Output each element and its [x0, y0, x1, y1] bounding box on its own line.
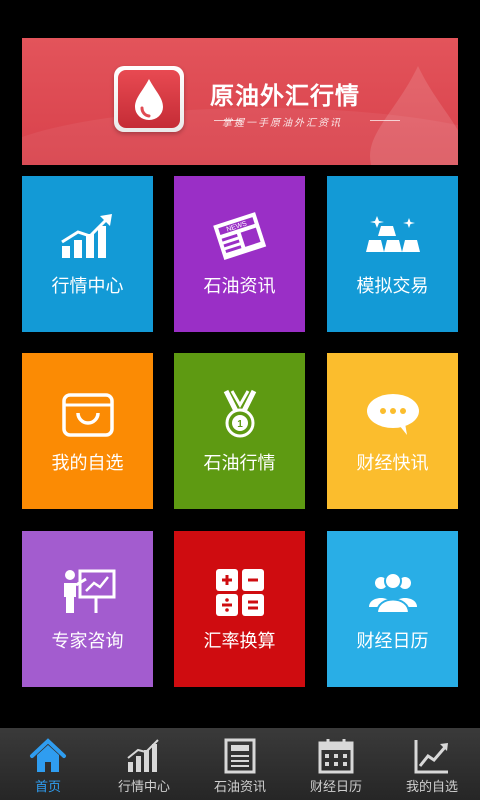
tab-label: 首页: [34, 780, 61, 795]
tab-label: 财经日历: [309, 780, 362, 795]
app-banner: 原油外汇行情 掌握一手原油外汇资讯: [22, 38, 458, 165]
line-chart-icon: [412, 736, 452, 776]
tab-label: 石油资讯: [213, 780, 266, 795]
tile-label: 行情中心: [51, 276, 124, 297]
tile-calculator[interactable]: 汇率换算: [174, 531, 305, 687]
medal-icon: 1: [210, 389, 270, 439]
tab-calendar[interactable]: 财经日历: [288, 728, 384, 800]
tile-label: 模拟交易: [356, 276, 429, 297]
banner-subtitle: 掌握一手原油外汇资讯: [222, 118, 342, 129]
app-logo: [114, 66, 184, 132]
svg-text:1: 1: [237, 419, 243, 430]
banner-drop-watermark-icon: [370, 66, 458, 165]
tile-shopping-bag[interactable]: 我的自选: [22, 353, 153, 509]
home-icon: [28, 736, 68, 776]
tile-gold-bars[interactable]: 模拟交易: [327, 176, 458, 332]
tile-label: 专家咨询: [51, 631, 124, 652]
tab-newspaper[interactable]: 石油资讯: [192, 728, 288, 800]
tile-label: 我的自选: [51, 453, 124, 474]
tile-newspaper[interactable]: NEWS 石油资讯: [174, 176, 305, 332]
presenter-icon: [58, 567, 118, 617]
tile-medal[interactable]: 1 石油行情: [174, 353, 305, 509]
tile-label: 财经快讯: [356, 453, 429, 474]
bar-chart-icon: [124, 736, 164, 776]
gold-bars-icon: [363, 212, 423, 262]
banner-title: 原油外汇行情: [210, 82, 360, 110]
tile-label: 汇率换算: [203, 631, 276, 652]
chat-bubbles-icon: [363, 389, 423, 439]
tile-chart-up[interactable]: 行情中心: [22, 176, 153, 332]
tab-line-chart[interactable]: 我的自选: [384, 728, 480, 800]
tab-label: 我的自选: [405, 780, 458, 795]
tile-chat-bubbles[interactable]: 财经快讯: [327, 353, 458, 509]
oil-drop-icon: [135, 79, 163, 120]
newspaper-icon: [220, 736, 260, 776]
tab-home[interactable]: 首页: [0, 728, 96, 800]
tile-label: 石油资讯: [203, 276, 276, 297]
tab-bar-chart[interactable]: 行情中心: [96, 728, 192, 800]
shopping-bag-icon: [58, 389, 118, 439]
tab-label: 行情中心: [117, 780, 170, 795]
bottom-tab-bar: 首页 行情中心 石油资讯 财经日历 我的自选: [0, 728, 480, 800]
chart-up-icon: [58, 212, 118, 262]
tile-label: 财经日历: [356, 631, 429, 652]
banner-divider-right: [370, 120, 400, 121]
tile-presenter[interactable]: 专家咨询: [22, 531, 153, 687]
tile-label: 石油行情: [203, 453, 276, 474]
people-icon: [363, 567, 423, 617]
calculator-icon: [210, 567, 270, 617]
tile-people[interactable]: 财经日历: [327, 531, 458, 687]
calendar-icon: [316, 736, 356, 776]
newspaper-icon: NEWS: [210, 212, 270, 262]
